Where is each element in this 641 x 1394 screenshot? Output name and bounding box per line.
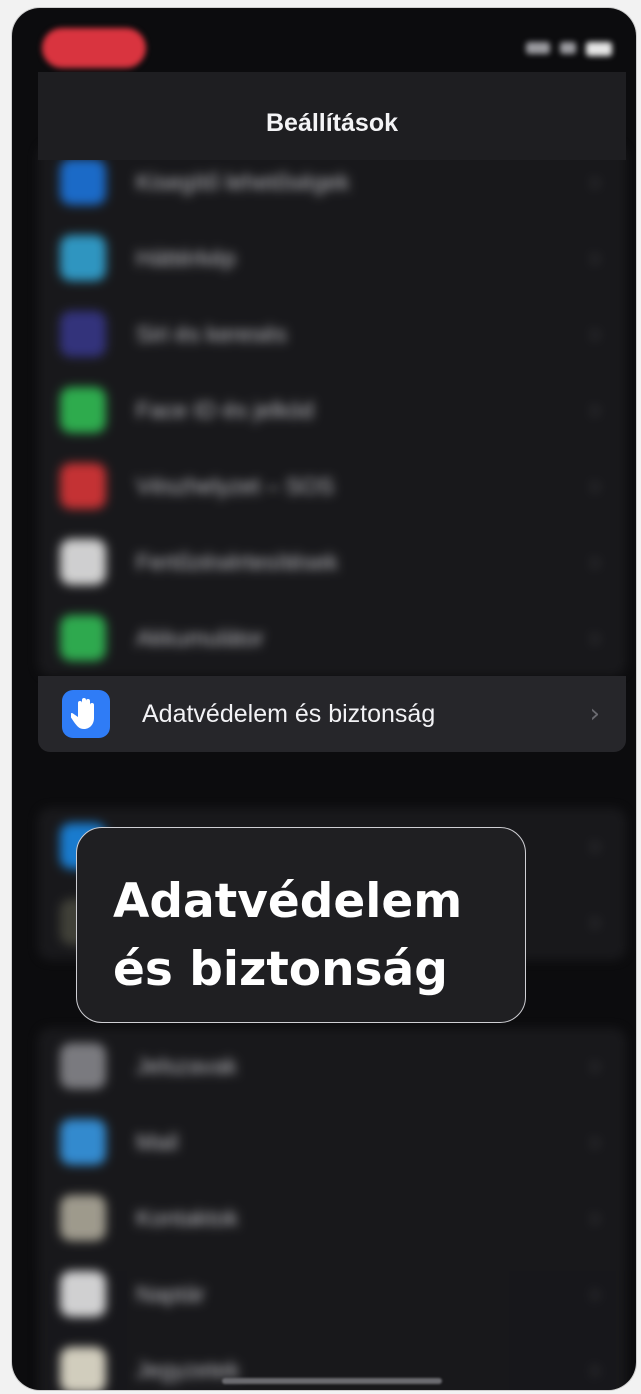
settings-row[interactable]: Fertőzésértesítések › <box>38 524 626 600</box>
phone-screen: Kisegítő lehetőségek › Háttérkép › Siri és k… <box>12 8 636 1390</box>
settings-row[interactable]: Mail › <box>38 1104 626 1180</box>
settings-row-label: Face ID és jelkód <box>136 396 314 423</box>
calendar-icon <box>60 1271 106 1317</box>
chevron-right-icon: › <box>590 1356 600 1384</box>
chevron-right-icon: › <box>590 548 600 576</box>
battery-status-icon <box>586 42 612 56</box>
chevron-right-icon: › <box>590 832 600 860</box>
settings-row-label: Kontaktok <box>136 1204 239 1231</box>
siri-icon <box>60 311 106 357</box>
wifi-icon <box>560 42 576 54</box>
settings-row[interactable]: Vészhelyzet – SOS › <box>38 448 626 524</box>
chevron-right-icon: › <box>590 244 600 272</box>
settings-row-label: Háttérkép <box>136 244 236 271</box>
tooltip-text: Adatvédelem és biztonság <box>113 874 463 997</box>
settings-row[interactable]: Akkumulátor › <box>38 600 626 676</box>
chevron-right-icon: › <box>590 624 600 652</box>
settings-row-label: Kisegítő lehetőségek <box>136 168 350 195</box>
wallpaper-icon <box>60 235 106 281</box>
page-title: Beállítások <box>265 108 398 137</box>
chevron-right-icon: › <box>590 168 600 196</box>
settings-row[interactable]: Naptár › <box>38 1256 626 1332</box>
chevron-right-icon: › <box>590 1052 600 1080</box>
settings-row[interactable]: Face ID és jelkód › <box>38 372 626 448</box>
settings-row[interactable]: Kontaktok › <box>38 1180 626 1256</box>
chevron-right-icon: › <box>590 908 600 936</box>
contacts-icon <box>60 1195 106 1241</box>
settings-row-label: Fertőzésértesítések <box>136 548 338 575</box>
chevron-right-icon: › <box>590 1128 600 1156</box>
settings-row-label: Jelszavak <box>136 1052 237 1079</box>
settings-row-label: Akkumulátor <box>136 624 264 651</box>
exposure-icon <box>60 539 106 585</box>
chevron-right-icon: › <box>590 472 600 500</box>
faceid-icon <box>60 387 106 433</box>
home-indicator[interactable] <box>222 1378 442 1384</box>
navigation-bar: Beállítások <box>38 72 626 160</box>
settings-row-label: Siri és keresés <box>136 320 287 347</box>
settings-row-label: Vészhelyzet – SOS <box>136 472 335 499</box>
settings-row[interactable]: Siri és keresés › <box>38 296 626 372</box>
chevron-right-icon: › <box>590 1280 600 1308</box>
settings-group-bottom: Jelszavak › Mail › Kontaktok › Naptár › Jegyzete… <box>38 1028 626 1390</box>
chevron-right-icon: › <box>590 396 600 424</box>
settings-row-label: Adatvédelem és biztonság <box>142 699 436 728</box>
zoom-tooltip: Adatvédelem és biztonság <box>76 827 526 1023</box>
settings-row[interactable]: Háttérkép › <box>38 220 626 296</box>
settings-row[interactable]: Jelszavak › <box>38 1028 626 1104</box>
chevron-right-icon: › <box>590 320 600 348</box>
settings-row-label: Mail <box>136 1128 179 1155</box>
battery-icon <box>60 615 106 661</box>
chevron-right-icon: › <box>590 1204 600 1232</box>
sos-icon <box>60 463 106 509</box>
status-bar <box>12 8 636 78</box>
settings-group-top: Kisegítő lehetőségek › Háttérkép › Siri és k… <box>38 144 626 676</box>
key-icon <box>60 1043 106 1089</box>
settings-row-privacy[interactable]: Adatvédelem és biztonság › <box>38 676 626 752</box>
screen-recording-indicator <box>42 28 146 68</box>
mail-icon <box>60 1119 106 1165</box>
notes-icon <box>60 1347 106 1390</box>
settings-row-label: Naptár <box>136 1280 206 1307</box>
accessibility-icon <box>60 159 106 205</box>
signal-icon <box>526 42 550 54</box>
status-icons <box>526 42 612 56</box>
chevron-right-icon: › <box>589 699 600 729</box>
hand-icon <box>62 690 110 738</box>
